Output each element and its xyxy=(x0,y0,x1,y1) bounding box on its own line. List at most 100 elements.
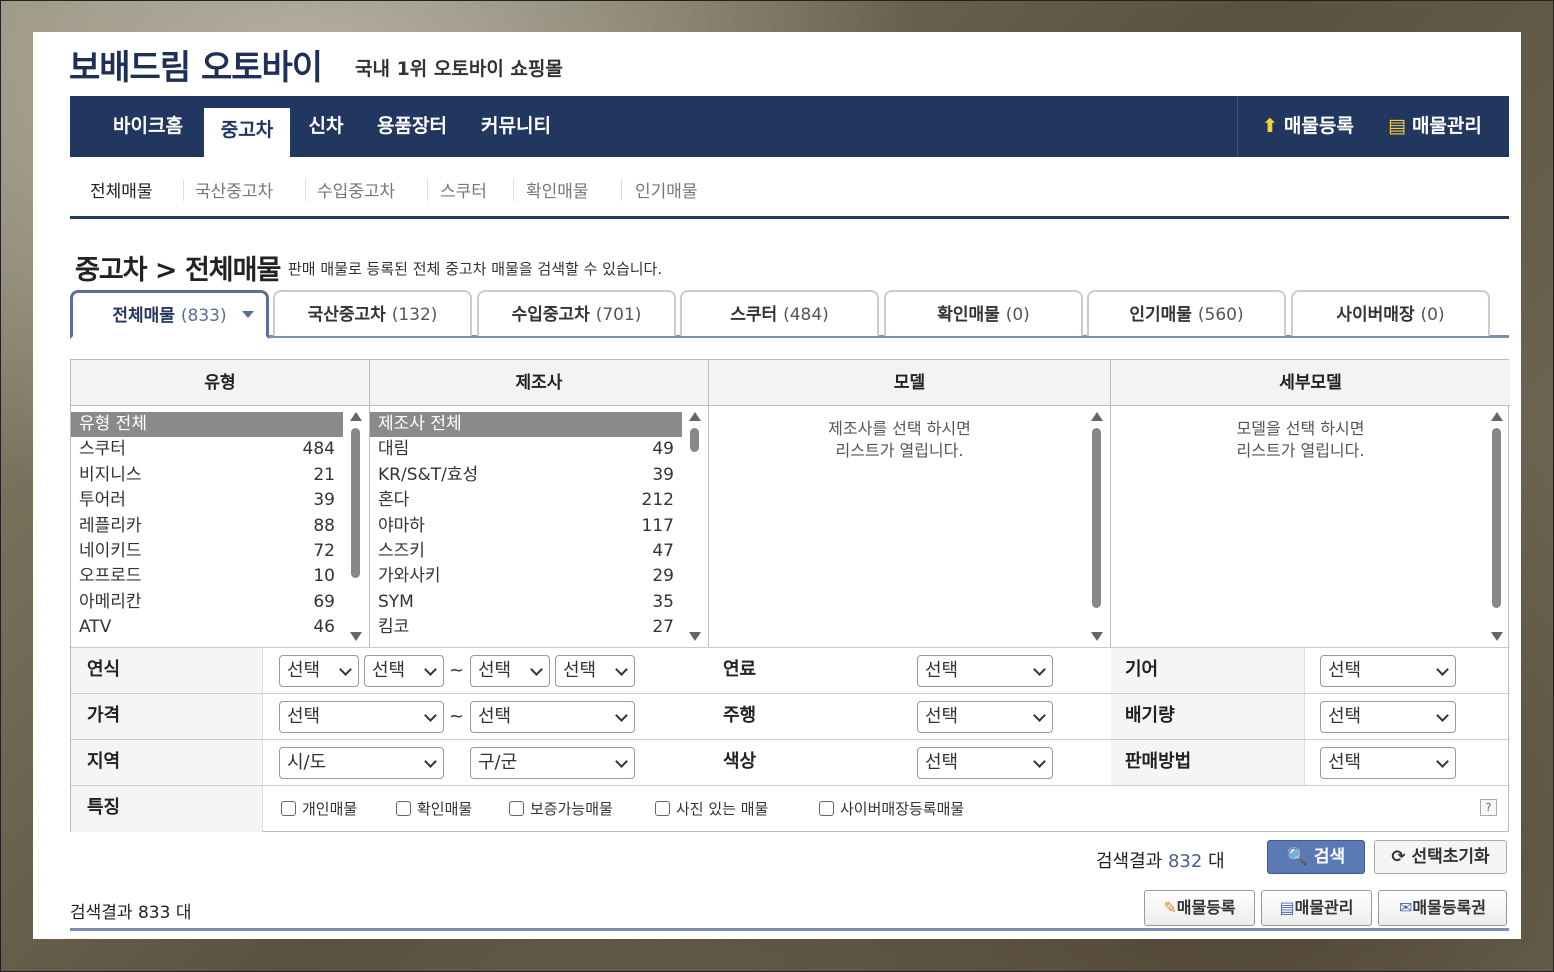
listing-ticket-button[interactable]: ✉매물등록권 xyxy=(1378,890,1507,926)
subnav-all[interactable]: 전체매물 xyxy=(90,177,153,202)
model-scrollbar[interactable] xyxy=(1090,412,1104,641)
scroll-up-icon[interactable] xyxy=(1491,412,1503,421)
displacement-select[interactable]: 선택 xyxy=(1320,701,1456,733)
list-item[interactable]: 아메리칸 69 xyxy=(71,590,343,615)
list-item[interactable]: 혼다 212 xyxy=(370,488,682,513)
maker-listbox[interactable]: 제조사 전체 대림 49 KR/S&T/효성 39 혼다 212 야마하 117 스즈키… xyxy=(370,406,709,647)
tab-scooter[interactable]: 스쿠터 (484) xyxy=(680,290,879,336)
register-listing-button[interactable]: ✎매물등록 xyxy=(1144,890,1255,926)
tab-label: 인기매물 xyxy=(1129,305,1192,325)
col-header-type: 유형 xyxy=(71,360,370,406)
scroll-down-icon[interactable] xyxy=(689,632,701,641)
list-item[interactable]: 네이키드 72 xyxy=(71,539,343,564)
tab-import[interactable]: 수입중고차 (701) xyxy=(477,290,676,336)
list-item[interactable]: 스즈키 47 xyxy=(370,539,682,564)
year-to-select[interactable]: 선택 xyxy=(470,655,550,687)
search-button[interactable]: 🔍 검색 xyxy=(1267,840,1365,874)
type-listbox[interactable]: 유형 전체 스쿠터 484 비지니스 21 투어러 39 레플리카 88 네이키드 72 … xyxy=(71,406,370,647)
chevron-down-icon xyxy=(1033,709,1046,722)
nav-used-bike[interactable]: 중고차 xyxy=(204,108,290,157)
checkbox-private[interactable]: 개인매물 xyxy=(281,798,357,819)
tab-verified[interactable]: 확인매물 (0) xyxy=(884,290,1083,336)
checkbox-warranty[interactable]: 보증가능매물 xyxy=(509,798,613,819)
list-item[interactable]: 제조사 전체 xyxy=(370,412,682,438)
scroll-down-icon[interactable] xyxy=(1491,632,1503,641)
scroll-thumb[interactable] xyxy=(1492,428,1501,608)
tab-popular[interactable]: 인기매물 (560) xyxy=(1087,290,1286,336)
tab-domestic[interactable]: 국산중고차 (132) xyxy=(273,290,472,336)
scroll-up-icon[interactable] xyxy=(689,412,701,421)
checkbox-box[interactable] xyxy=(396,801,411,816)
list-item[interactable]: 킴코 27 xyxy=(370,615,682,640)
month-from-select[interactable]: 선택 xyxy=(364,655,444,687)
nav-manage-button[interactable]: ▤ 매물관리 xyxy=(1388,96,1482,157)
checkbox-verified[interactable]: 확인매물 xyxy=(396,798,472,819)
gear-select[interactable]: 선택 xyxy=(1320,655,1456,687)
nav-register-button[interactable]: ⬆ 매물등록 xyxy=(1262,96,1354,157)
nav-accessories[interactable]: 용품장터 xyxy=(366,96,458,157)
search-result-count: 검색결과 832 대 xyxy=(1096,847,1225,873)
subnav-domestic[interactable]: 국산중고차 xyxy=(195,177,273,202)
price-to-select[interactable]: 선택 xyxy=(470,701,635,733)
fuel-select[interactable]: 선택 xyxy=(917,655,1053,687)
checkbox-with-photo[interactable]: 사진 있는 매물 xyxy=(655,798,768,819)
list-item[interactable]: 오프로드 10 xyxy=(71,564,343,589)
chevron-down-icon xyxy=(530,663,543,676)
scroll-thumb[interactable] xyxy=(690,428,699,452)
year-from-select[interactable]: 선택 xyxy=(279,655,359,687)
manage-listing-button[interactable]: ▤매물관리 xyxy=(1261,890,1372,926)
nav-new-bike[interactable]: 신차 xyxy=(298,96,354,157)
list-item[interactable]: 야마하 117 xyxy=(370,514,682,539)
submodel-listbox[interactable]: 모델을 선택 하시면 리스트가 열립니다. xyxy=(1111,406,1510,647)
scroll-thumb[interactable] xyxy=(1092,428,1101,608)
chevron-down-icon xyxy=(424,663,437,676)
maker-scrollbar[interactable] xyxy=(688,412,702,641)
nav-bike-home[interactable]: 바이크홈 xyxy=(100,96,196,157)
checkbox-box[interactable] xyxy=(819,801,834,816)
submodel-scrollbar[interactable] xyxy=(1490,412,1504,641)
list-item[interactable]: 유형 전체 xyxy=(71,412,343,438)
gugun-select[interactable]: 구/군 xyxy=(470,747,635,779)
list-item[interactable]: 레플리카 88 xyxy=(71,514,343,539)
checkbox-box[interactable] xyxy=(655,801,670,816)
list-item[interactable]: 투어러 39 xyxy=(71,488,343,513)
list-item[interactable]: SYM 35 xyxy=(370,590,682,615)
subnav-verified[interactable]: 확인매물 xyxy=(526,177,589,202)
list-item[interactable]: 비지니스 21 xyxy=(71,463,343,488)
list-item[interactable]: 가와사키 29 xyxy=(370,564,682,589)
list-item[interactable]: KR/S&T/효성 39 xyxy=(370,463,682,488)
sido-select[interactable]: 시/도 xyxy=(279,747,444,779)
scroll-up-icon[interactable] xyxy=(1091,412,1103,421)
list-item[interactable]: ATV 46 xyxy=(71,615,343,640)
subnav-popular[interactable]: 인기매물 xyxy=(635,177,698,202)
scroll-up-icon[interactable] xyxy=(350,412,362,421)
list-item[interactable]: 스쿠터 484 xyxy=(71,437,343,462)
subnav-import[interactable]: 수입중고차 xyxy=(317,177,395,202)
model-listbox[interactable]: 제조사를 선택 하시면 리스트가 열립니다. xyxy=(709,406,1111,647)
site-logo[interactable]: 보배드림 오토바이 xyxy=(69,40,323,89)
checkbox-box[interactable] xyxy=(281,801,296,816)
chevron-down-icon xyxy=(1436,755,1449,768)
mileage-select[interactable]: 선택 xyxy=(917,701,1053,733)
scroll-thumb[interactable] xyxy=(351,428,360,578)
scroll-down-icon[interactable] xyxy=(350,632,362,641)
scroll-down-icon[interactable] xyxy=(1091,632,1103,641)
chevron-down-icon xyxy=(615,755,628,768)
checkbox-box[interactable] xyxy=(509,801,524,816)
sale-method-select[interactable]: 선택 xyxy=(1320,747,1456,779)
price-from-select[interactable]: 선택 xyxy=(279,701,444,733)
color-select[interactable]: 선택 xyxy=(917,747,1053,779)
reset-button[interactable]: ⟳ 선택초기화 xyxy=(1374,840,1507,874)
label-feature: 특징 xyxy=(87,797,121,818)
month-to-select[interactable]: 선택 xyxy=(555,655,635,687)
nav-community[interactable]: 커뮤니티 xyxy=(470,96,562,157)
help-icon[interactable]: ? xyxy=(1480,799,1497,816)
subnav-scooter[interactable]: 스쿠터 xyxy=(440,177,487,202)
tab-count: (701) xyxy=(595,305,642,325)
result-label: 검색결과 xyxy=(1096,851,1163,872)
tab-cyber-store[interactable]: 사이버매장 (0) xyxy=(1291,290,1490,336)
tab-all[interactable]: 전체매물 (833) xyxy=(70,290,269,339)
type-scrollbar[interactable] xyxy=(349,412,363,641)
checkbox-cyber-store[interactable]: 사이버매장등록매물 xyxy=(819,798,964,819)
list-item[interactable]: 대림 49 xyxy=(370,437,682,462)
